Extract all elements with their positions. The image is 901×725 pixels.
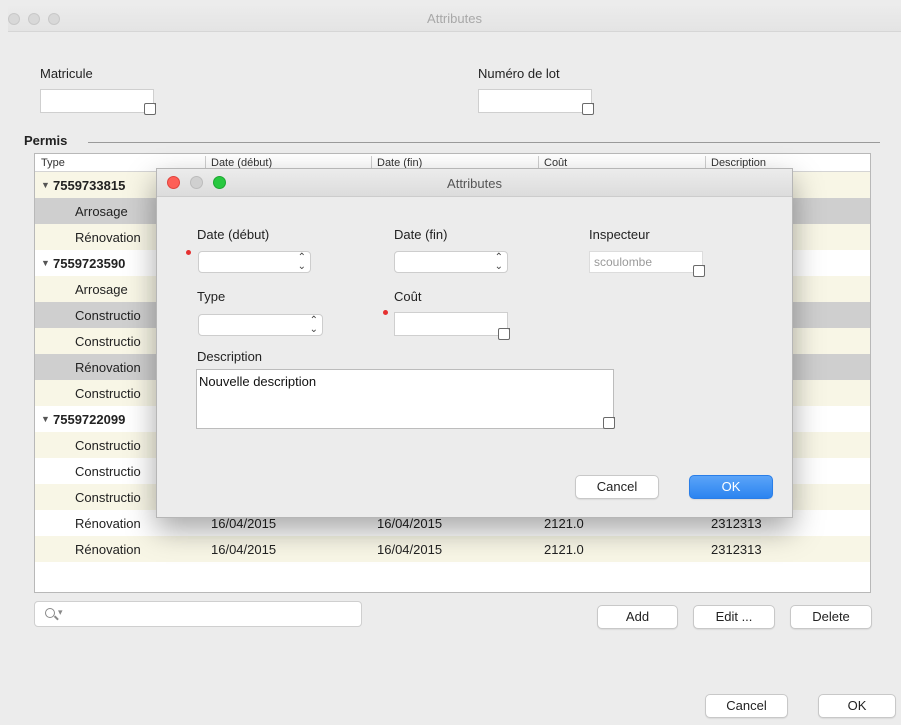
table-cell-type: 7559722099 <box>53 412 126 427</box>
table-cell-date-fin: 16/04/2015 <box>377 516 443 531</box>
dialog-cancel-button[interactable]: Cancel <box>575 475 659 499</box>
table-cell-type: Constructio <box>75 490 141 505</box>
open-external-icon[interactable] <box>693 265 705 277</box>
section-divider <box>88 142 880 143</box>
date-fin-picker[interactable]: ⌃ ⌄ <box>394 251 508 273</box>
dialog-ok-button[interactable]: OK <box>689 475 773 499</box>
matricule-field[interactable] <box>40 89 154 113</box>
delete-button[interactable]: Delete <box>790 605 872 629</box>
permis-section-title: Permis <box>24 133 68 148</box>
cout-label: Coût <box>394 289 422 304</box>
type-label: Type <box>197 289 226 304</box>
table-cell-type: 7559723590 <box>53 256 126 271</box>
type-select[interactable]: ⌃ ⌄ <box>198 314 323 336</box>
description-value: Nouvelle description <box>199 374 317 389</box>
table-cell-type: Rénovation <box>75 360 141 375</box>
search-icon <box>45 608 55 618</box>
lot-label: Numéro de lot <box>478 66 560 81</box>
table-cell-description: 2312313 <box>711 516 762 531</box>
ok-button[interactable]: OK <box>818 694 896 718</box>
stepper-icon[interactable]: ⌃ ⌄ <box>310 316 318 335</box>
cancel-button[interactable]: Cancel <box>705 694 788 718</box>
table-cell-cout: 2121.0 <box>544 516 584 531</box>
required-marker-icon <box>383 310 388 315</box>
window-titlebar: Attributes <box>8 4 901 32</box>
table-cell-type: Constructio <box>75 464 141 479</box>
search-field[interactable]: ▾ <box>34 601 362 627</box>
table-cell-date-debut: 16/04/2015 <box>211 542 277 557</box>
date-fin-label: Date (fin) <box>394 227 448 242</box>
date-debut-picker[interactable]: ⌃ ⌄ <box>198 251 311 273</box>
table-cell-type: Constructio <box>75 386 141 401</box>
matricule-label: Matricule <box>40 66 93 81</box>
table-cell-type: Constructio <box>75 438 141 453</box>
dialog-title: Attributes <box>447 176 502 191</box>
open-external-icon[interactable] <box>603 417 615 429</box>
table-cell-date-fin: 16/04/2015 <box>377 542 443 557</box>
open-external-icon[interactable] <box>144 103 156 115</box>
open-external-icon[interactable] <box>498 328 510 340</box>
lot-field[interactable] <box>478 89 592 113</box>
date-debut-label: Date (début) <box>197 227 270 242</box>
inspecteur-field: scoulombe <box>589 251 703 273</box>
description-textarea[interactable]: Nouvelle description <box>196 369 614 429</box>
table-cell-type: Rénovation <box>75 516 141 531</box>
description-label: Description <box>197 349 263 364</box>
table-cell-type: 7559733815 <box>53 178 126 193</box>
dialog-titlebar: Attributes <box>157 169 792 197</box>
edit-button[interactable]: Edit ... <box>693 605 775 629</box>
stepper-icon[interactable]: ⌃ ⌄ <box>298 253 306 272</box>
chevron-down-icon: ▾ <box>58 607 63 617</box>
column-header-type[interactable]: Type <box>41 157 65 169</box>
table-cell-type: Constructio <box>75 334 141 349</box>
required-marker-icon <box>186 250 191 255</box>
disclosure-triangle-icon[interactable]: ▼ <box>41 258 50 268</box>
attributes-dialog: Attributes Date (début) ⌃ ⌄ Date (fin) ⌃ ⌄… <box>156 168 793 518</box>
table-cell-type: Constructio <box>75 308 141 323</box>
table-row[interactable]: Rénovation 16/04/2015 16/04/2015 2121.0 2312… <box>35 536 870 562</box>
table-cell-type: Rénovation <box>75 542 141 557</box>
table-cell-type: Arrosage <box>75 204 128 219</box>
inspecteur-value: scoulombe <box>594 255 653 269</box>
inspecteur-label: Inspecteur <box>589 227 650 242</box>
table-cell-type: Arrosage <box>75 282 128 297</box>
window-title: Attributes <box>427 11 482 26</box>
table-cell-description: 2312313 <box>711 542 762 557</box>
disclosure-triangle-icon[interactable]: ▼ <box>41 414 50 424</box>
disclosure-triangle-icon[interactable]: ▼ <box>41 180 50 190</box>
table-cell-date-debut: 16/04/2015 <box>211 516 277 531</box>
table-cell-type: Rénovation <box>75 230 141 245</box>
add-button[interactable]: Add <box>597 605 678 629</box>
table-cell-cout: 2121.0 <box>544 542 584 557</box>
open-external-icon[interactable] <box>582 103 594 115</box>
stepper-icon[interactable]: ⌃ ⌄ <box>495 253 503 272</box>
cout-field[interactable] <box>394 312 508 336</box>
